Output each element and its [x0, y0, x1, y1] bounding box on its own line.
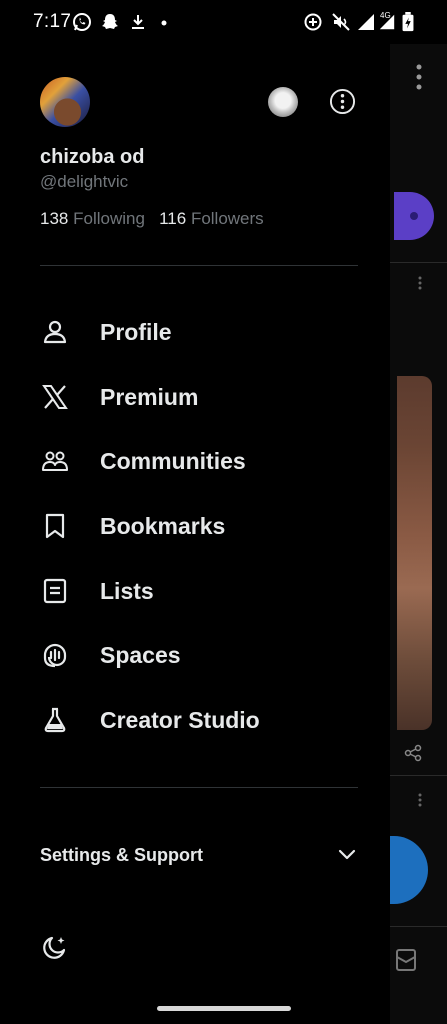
background-more-icon: [416, 64, 422, 90]
x-logo-icon: [40, 382, 70, 412]
background-messages-icon: [396, 949, 416, 971]
navigation-drawer: chizoba od @delightvic 138 Following 116…: [0, 0, 390, 1024]
data-saver-icon: [303, 12, 323, 32]
background-post-image: [397, 376, 432, 730]
switch-account-avatar[interactable]: [268, 87, 298, 117]
divider: [40, 265, 358, 266]
background-divider: [390, 262, 447, 263]
more-options-icon[interactable]: [329, 88, 356, 115]
download-icon: [128, 12, 148, 32]
menu-item-label: Lists: [100, 577, 154, 604]
list-icon: [40, 576, 70, 606]
divider: [40, 787, 358, 788]
chevron-down-icon: [338, 849, 356, 860]
menu-item-spaces[interactable]: Spaces: [40, 631, 370, 679]
bookmark-icon: [40, 511, 70, 541]
menu-item-label: Creator Studio: [100, 706, 260, 733]
following-link[interactable]: 138 Following: [40, 209, 145, 228]
menu-item-bookmarks[interactable]: Bookmarks: [40, 502, 370, 550]
follow-stats: 138 Following 116 Followers: [40, 209, 264, 229]
notification-dot-icon: [156, 12, 176, 32]
menu-item-creator-studio[interactable]: Creator Studio: [40, 696, 370, 744]
mute-icon: [331, 12, 351, 32]
background-post-more-icon: [418, 793, 422, 807]
status-bar: 7:17 4G: [0, 0, 447, 44]
menu-item-premium[interactable]: Premium: [40, 373, 370, 421]
background-share-icon: [404, 744, 422, 762]
network-type-label: 4G: [380, 11, 391, 20]
person-icon: [40, 317, 70, 347]
menu-item-lists[interactable]: Lists: [40, 567, 370, 615]
status-time: 7:17: [33, 11, 72, 32]
menu-item-label: Communities: [100, 447, 246, 474]
followers-count: 116: [159, 209, 187, 228]
flask-icon: [40, 705, 70, 735]
menu-item-label: Bookmarks: [100, 512, 226, 539]
followers-label: Followers: [190, 209, 264, 228]
menu-item-profile[interactable]: Profile: [40, 308, 370, 356]
background-post-more-icon: [418, 276, 422, 290]
settings-and-support-toggle[interactable]: Settings & Support: [40, 838, 358, 872]
signal-icon: [356, 12, 376, 32]
following-label: Following: [73, 209, 145, 228]
whatsapp-icon: [72, 12, 92, 32]
dark-mode-moon-icon[interactable]: [40, 934, 68, 962]
snapchat-icon: [100, 12, 120, 32]
menu-item-label: Premium: [100, 383, 199, 410]
avatar[interactable]: [40, 77, 90, 127]
spaces-icon: [40, 640, 70, 670]
display-name[interactable]: chizoba od: [40, 146, 144, 169]
menu-item-label: Spaces: [100, 641, 181, 668]
gesture-navigation-handle[interactable]: [157, 1006, 291, 1011]
user-handle[interactable]: @delightvic: [40, 172, 128, 192]
settings-and-support-label: Settings & Support: [40, 844, 203, 865]
menu-item-label: Profile: [100, 318, 172, 345]
battery-icon: [401, 12, 415, 32]
background-divider: [390, 775, 447, 776]
menu-item-communities[interactable]: Communities: [40, 437, 370, 485]
communities-icon: [40, 446, 70, 476]
background-divider: [390, 926, 447, 927]
following-count: 138: [40, 209, 69, 228]
followers-link[interactable]: 116 Followers: [159, 209, 264, 228]
